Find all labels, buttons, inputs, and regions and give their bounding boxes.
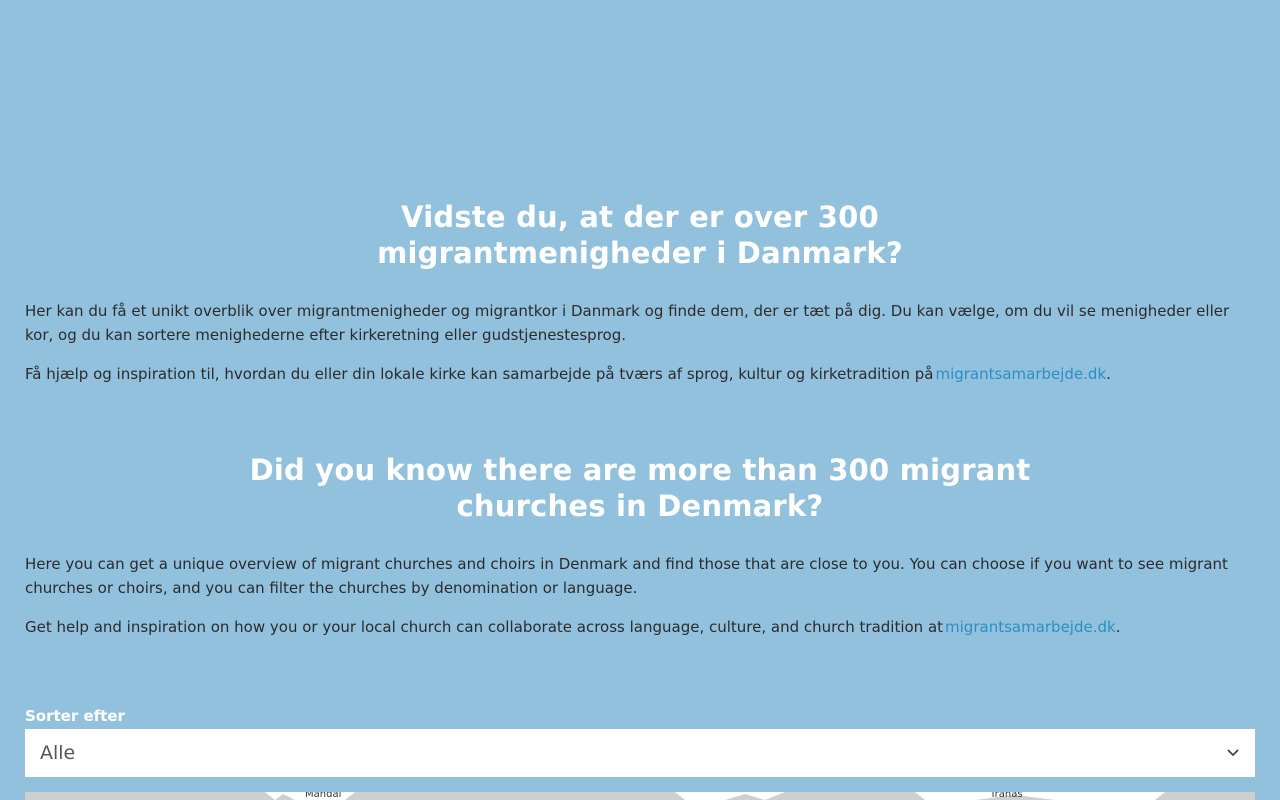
map-terrain	[25, 792, 1255, 800]
english-help: Get help and inspiration on how you or y…	[25, 615, 1255, 639]
danish-help: Få hjælp og inspiration til, hvordan du …	[25, 362, 1255, 386]
church-map[interactable]: Mandal Tranås	[25, 792, 1255, 800]
sort-label: Sorter efter	[25, 707, 125, 725]
english-heading-container: Did you know there are more than 300 mig…	[240, 452, 1040, 524]
english-heading: Did you know there are more than 300 mig…	[249, 453, 1031, 523]
english-help-text: Get help and inspiration on how you or y…	[25, 618, 944, 636]
map-label-mandal: Mandal	[305, 792, 342, 800]
chevron-down-icon	[1226, 746, 1240, 760]
danish-heading: Vidste du, at der er over 300 migrantmen…	[377, 200, 903, 270]
danish-paragraph-overview: Her kan du få et unikt overblik over mig…	[25, 302, 1230, 344]
danish-help-period: .	[1106, 365, 1111, 383]
english-paragraph-help: Get help and inspiration on how you or y…	[25, 615, 1255, 639]
danish-paragraph-help: Få hjælp og inspiration til, hvordan du …	[25, 362, 1255, 386]
english-migrantsamarbejde-link[interactable]: migrantsamarbejde.dk	[945, 618, 1116, 636]
english-paragraph-overview: Here you can get a unique overview of mi…	[25, 555, 1228, 597]
sort-select-value: Alle	[40, 742, 76, 764]
sort-select[interactable]: Alle	[25, 729, 1255, 777]
danish-help-text: Få hjælp og inspiration til, hvordan du …	[25, 365, 934, 383]
english-help-period: .	[1115, 618, 1121, 636]
map-label-tranas: Tranås	[990, 792, 1023, 800]
danish-migrantsamarbejde-link[interactable]: migrantsamarbejde.dk	[935, 365, 1106, 383]
english-intro: Here you can get a unique overview of mi…	[25, 552, 1255, 600]
danish-intro: Her kan du få et unikt overblik over mig…	[25, 299, 1255, 347]
danish-heading-container: Vidste du, at der er over 300 migrantmen…	[240, 199, 1040, 271]
